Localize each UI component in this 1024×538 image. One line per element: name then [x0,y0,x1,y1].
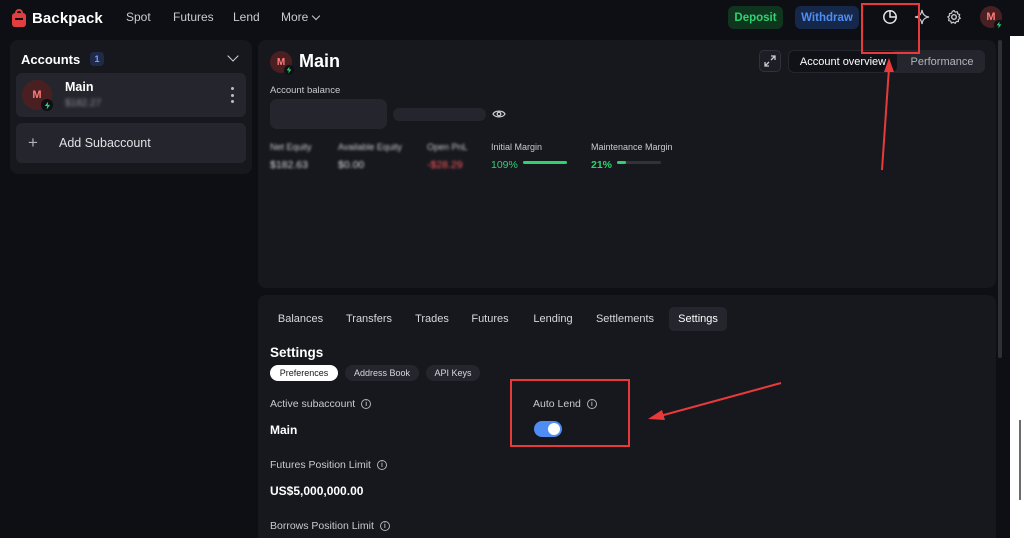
metric-maintenance-margin: Maintenance Margin 21% [591,142,673,171]
add-subaccount-label: Add Subaccount [59,136,151,150]
lightning-bolt-icon [994,20,1004,30]
nav-spot[interactable]: Spot [126,10,151,24]
main-scrollbar[interactable] [998,40,1002,358]
deposit-button[interactable]: Deposit [728,6,783,29]
tab-account-overview[interactable]: Account overview [789,51,897,72]
chevron-down-icon[interactable] [227,50,239,62]
brand[interactable]: Backpack [12,9,103,27]
account-overview-card: M Main Account overview Performance Acco… [258,40,996,288]
info-icon[interactable]: i [376,460,387,470]
borrows-position-limit-label: Borrows Position Limit [270,520,374,532]
backpack-logo-icon [12,9,26,27]
window-edge [1010,36,1024,538]
expand-icon [764,55,776,67]
brand-name: Backpack [32,9,103,27]
futures-position-limit-value: US$5,000,000.00 [270,484,364,498]
tab-lending[interactable]: Lending [523,307,583,331]
initial-margin-label: Initial Margin [491,142,543,152]
eye-icon[interactable] [492,108,506,120]
gear-icon[interactable] [946,9,962,25]
chevron-down-icon [312,11,321,21]
subtab-address-book[interactable]: Address Book [345,365,419,381]
initial-margin-bar-fill [523,161,567,164]
net-equity-label: Net Equity [270,142,312,152]
account-avatar-initial: M [32,89,42,101]
info-icon[interactable]: i [361,399,372,409]
nav-futures[interactable]: Futures [173,10,214,24]
overview-title: Main [299,51,341,71]
accounts-title: Accounts [21,52,81,67]
lightning-bolt-icon [284,65,294,75]
futures-position-limit-label: Futures Position Limit [270,459,371,471]
lightning-bolt-icon [41,99,53,111]
user-avatar[interactable]: M [980,6,1004,30]
more-options-icon[interactable] [230,87,234,103]
subtab-api-keys[interactable]: API Keys [426,365,480,381]
available-equity-value: $0.00 [338,159,365,171]
account-avatar: M [22,80,53,111]
withdraw-button[interactable]: Withdraw [795,6,859,29]
plus-icon: + [28,133,38,152]
nav-more[interactable]: More [281,10,321,24]
active-subaccount-field: Active subaccount i [270,398,372,410]
nav-lend[interactable]: Lend [233,10,260,24]
nav-more-label: More [281,10,309,24]
overview-avatar-initial: M [276,56,286,68]
net-equity-value: $182.63 [270,159,308,171]
account-item-main[interactable]: M Main $182.27 [16,73,246,117]
metric-initial-margin: Initial Margin 109% [491,142,542,171]
initial-margin-bar [523,161,567,164]
add-subaccount-button[interactable]: + Add Subaccount [16,123,246,163]
annotation-highlight-box-portfolio [861,3,920,54]
tab-futures[interactable]: Futures [460,307,520,331]
tab-performance[interactable]: Performance [900,51,984,72]
open-pnl-label: Open PnL [427,142,468,152]
accounts-count-badge: 1 [90,52,104,66]
futures-position-limit-field: Futures Position Limit i [270,459,387,471]
tab-transfers[interactable]: Transfers [334,307,404,331]
maintenance-margin-bar [617,161,661,164]
metric-available-equity: Available Equity $0.00 [338,142,402,171]
accounts-panel: Accounts 1 M Main $182.27 + Add Subaccou… [10,40,252,174]
tab-balances[interactable]: Balances [270,307,331,331]
tab-settings[interactable]: Settings [669,307,727,331]
account-value: $182.27 [65,98,102,109]
available-equity-label: Available Equity [338,142,402,152]
tab-settlements[interactable]: Settlements [587,307,663,331]
expand-button[interactable] [759,50,781,72]
overview-avatar: M [270,51,294,75]
tab-trades[interactable]: Trades [406,307,458,331]
account-balance-label: Account balance [270,85,341,96]
metric-open-pnl: Open PnL -$28.29 [427,142,468,171]
maintenance-margin-label: Maintenance Margin [591,142,673,152]
account-balance-secondary-hidden [393,108,486,121]
subtab-preferences[interactable]: Preferences [270,365,338,381]
settings-title: Settings [270,345,324,360]
annotation-highlight-box-auto-lend [510,379,630,447]
account-balance-hidden [270,99,387,129]
window-edge-scrollbar [1019,420,1021,500]
borrows-position-limit-field: Borrows Position Limit i [270,520,390,532]
active-subaccount-value: Main [270,423,298,437]
active-subaccount-label: Active subaccount [270,398,356,410]
account-name: Main [65,80,94,94]
info-icon[interactable]: i [379,521,390,531]
metric-net-equity: Net Equity $182.63 [270,142,312,171]
open-pnl-value: -$28.29 [427,159,463,171]
maintenance-margin-bar-fill [617,161,627,164]
